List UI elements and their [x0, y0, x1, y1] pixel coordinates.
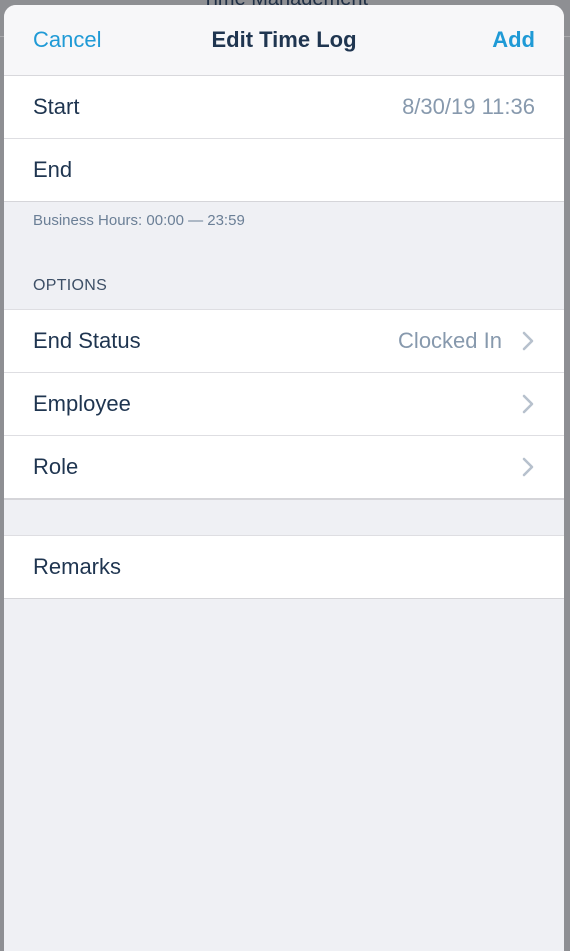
- role-row[interactable]: Role: [4, 436, 564, 499]
- chevron-right-icon: [522, 457, 534, 477]
- edit-time-log-sheet: Cancel Edit Time Log Add Start 8/30/19 1…: [4, 5, 564, 951]
- start-label: Start: [33, 94, 80, 119]
- add-button[interactable]: Add: [492, 5, 535, 75]
- start-value: 8/30/19 11:36: [402, 94, 535, 119]
- chevron-right-icon: [522, 331, 534, 351]
- remarks-label: Remarks: [33, 554, 122, 579]
- start-row[interactable]: Start 8/30/19 11:36: [4, 76, 564, 139]
- remarks-row[interactable]: Remarks: [4, 536, 564, 599]
- role-label: Role: [33, 454, 79, 479]
- time-group: Start 8/30/19 11:36 End: [4, 76, 564, 202]
- options-group: End Status Clocked In Employee Role: [4, 309, 564, 499]
- end-status-row[interactable]: End Status Clocked In: [4, 310, 564, 373]
- remarks-group: Remarks: [4, 535, 564, 599]
- end-row[interactable]: End: [4, 139, 564, 202]
- options-section-header: OPTIONS: [4, 240, 564, 309]
- end-label: End: [33, 157, 73, 182]
- employee-label: Employee: [33, 391, 131, 416]
- business-hours-note: Business Hours: 00:00 — 23:59: [33, 212, 245, 229]
- chevron-right-icon: [522, 394, 534, 414]
- options-header-label: OPTIONS: [33, 277, 108, 294]
- navigation-bar: Cancel Edit Time Log Add: [4, 5, 564, 76]
- page-title: Edit Time Log: [211, 27, 357, 52]
- section-spacer: [4, 499, 564, 535]
- employee-row[interactable]: Employee: [4, 373, 564, 436]
- end-status-value: Clocked In: [398, 328, 502, 353]
- end-status-label: End Status: [33, 328, 141, 353]
